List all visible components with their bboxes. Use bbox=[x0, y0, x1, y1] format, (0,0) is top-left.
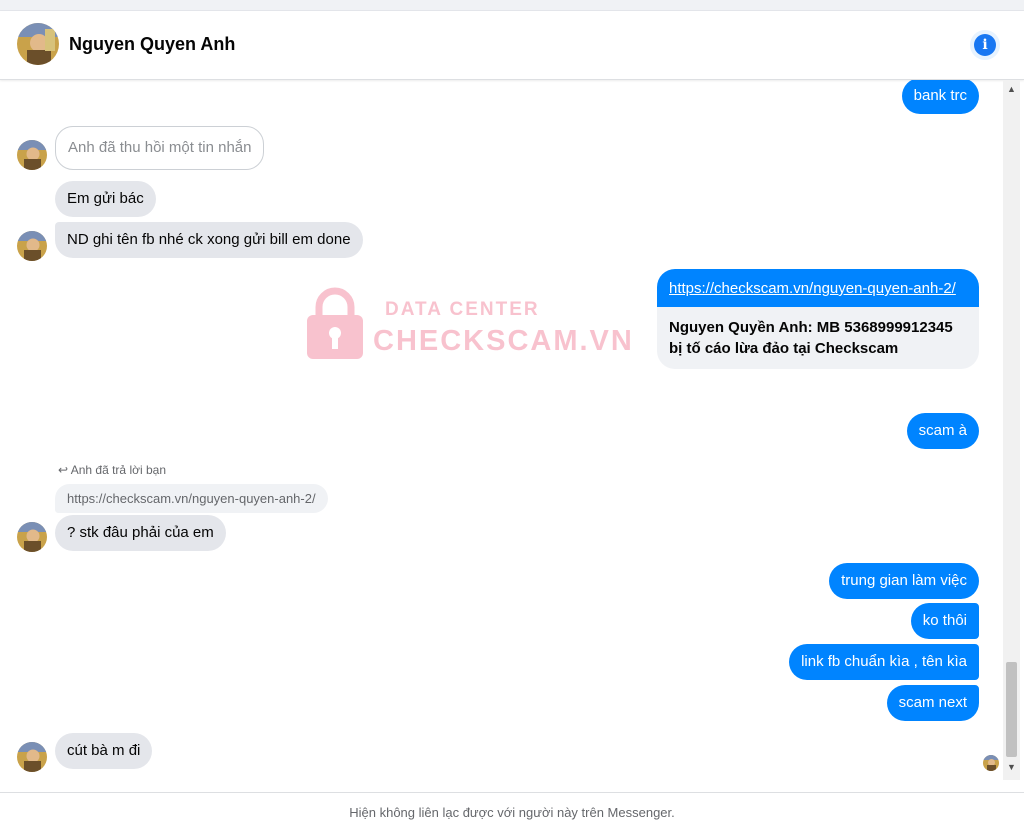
scroll-down-arrow-icon[interactable]: ▼ bbox=[1007, 762, 1016, 772]
replied-message-quote[interactable]: https://checkscam.vn/nguyen-quyen-anh-2/ bbox=[55, 484, 328, 513]
message-incoming[interactable]: Em gửi bác bbox=[55, 181, 156, 217]
conversation-header: Nguyen Quyen Anh i bbox=[0, 11, 1024, 80]
info-circle-icon: i bbox=[974, 34, 996, 56]
link-preview-card[interactable]: https://checkscam.vn/nguyen-quyen-anh-2/… bbox=[657, 269, 979, 369]
message-incoming[interactable]: ? stk đâu phải của em bbox=[55, 515, 226, 551]
message-list[interactable]: bank trc Anh đã thu hồi một tin nhắn Em … bbox=[0, 80, 1003, 792]
contact-avatar-small[interactable] bbox=[17, 140, 47, 170]
contact-name[interactable]: Nguyen Quyen Anh bbox=[69, 34, 235, 55]
contact-avatar-small[interactable] bbox=[17, 742, 47, 772]
browser-top-edge bbox=[0, 0, 1024, 11]
message-incoming[interactable]: ND ghi tên fb nhé ck xong gửi bill em do… bbox=[55, 222, 363, 258]
message-outgoing[interactable]: trung gian làm việc bbox=[829, 563, 979, 599]
contact-avatar[interactable] bbox=[17, 23, 59, 65]
reply-indicator: ↩ Anh đã trả lời bạn bbox=[58, 463, 166, 477]
message-recalled: Anh đã thu hồi một tin nhắn bbox=[55, 126, 265, 170]
contact-avatar-small[interactable] bbox=[17, 522, 47, 552]
seen-avatar-icon bbox=[983, 755, 999, 771]
reply-arrow-icon: ↩ bbox=[58, 463, 69, 477]
message-outgoing[interactable]: ko thôi bbox=[910, 603, 979, 639]
checkscam-watermark: DATA CENTER CHECKSCAM.VN bbox=[305, 285, 645, 365]
message-outgoing[interactable]: scam à bbox=[906, 413, 979, 449]
unavailable-notice: Hiện không liên lạc được với người này t… bbox=[0, 792, 1024, 829]
message-outgoing[interactable]: scam next bbox=[886, 685, 979, 721]
reply-indicator-text: Anh đã trả lời bạn bbox=[70, 463, 166, 477]
contact-avatar-small[interactable] bbox=[17, 231, 47, 261]
scroll-up-arrow-icon[interactable]: ▲ bbox=[1007, 84, 1016, 94]
conversation-info-button[interactable]: i bbox=[970, 30, 1000, 60]
message-incoming[interactable]: cút bà m đi bbox=[55, 733, 153, 769]
link-url[interactable]: https://checkscam.vn/nguyen-quyen-anh-2/ bbox=[657, 269, 979, 307]
watermark-title: CHECKSCAM.VN bbox=[373, 325, 634, 357]
padlock-icon bbox=[307, 287, 363, 359]
message-outgoing[interactable]: link fb chuẩn kìa , tên kìa bbox=[789, 644, 979, 680]
chat-scrollbar[interactable]: ▲ ▼ bbox=[1003, 80, 1020, 780]
link-description: Nguyen Quyền Anh: MB 5368999912345 bị tố… bbox=[657, 307, 979, 369]
scrollbar-thumb[interactable] bbox=[1006, 662, 1017, 757]
message-outgoing[interactable]: bank trc bbox=[901, 80, 979, 114]
watermark-subtitle: DATA CENTER bbox=[385, 299, 540, 320]
